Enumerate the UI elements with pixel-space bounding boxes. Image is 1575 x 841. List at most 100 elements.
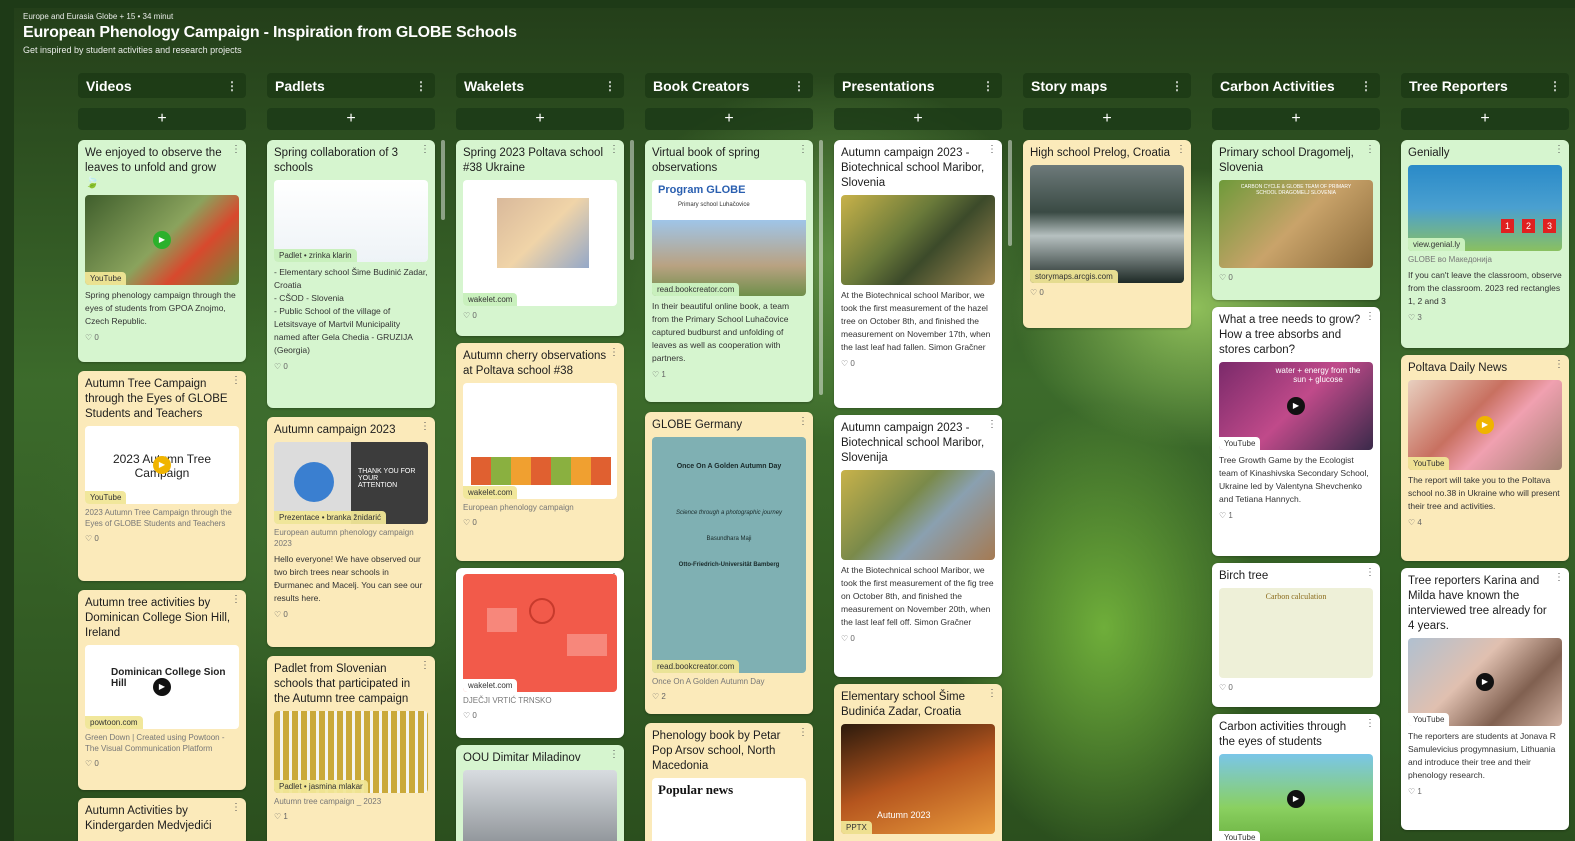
card-menu-icon[interactable]: ⋮ [1365, 311, 1375, 322]
card-thumbnail[interactable]: wakelet.com [463, 383, 617, 499]
card-likes[interactable]: ♡ 0 [841, 634, 995, 643]
column-menu-icon[interactable]: ⋮ [1171, 79, 1183, 93]
card-likes[interactable]: ♡ 0 [463, 711, 617, 720]
post-card[interactable]: ⋮ Autumn campaign 2023 THANK YOU FOR YOU… [267, 417, 435, 647]
card-likes[interactable]: ♡ 0 [841, 359, 995, 368]
card-menu-icon[interactable]: ⋮ [609, 144, 619, 155]
card-menu-icon[interactable]: ⋮ [231, 144, 241, 155]
card-menu-icon[interactable]: ⋮ [987, 144, 997, 155]
card-likes[interactable]: ♡ 0 [85, 333, 239, 342]
card-thumbnail[interactable]: CARBON CYCLE & GLOBE TEAM OF PRIMARY SCH… [1219, 180, 1373, 268]
column-menu-icon[interactable]: ⋮ [604, 79, 616, 93]
marker-2[interactable]: 2 [1521, 219, 1535, 233]
card-likes[interactable]: ♡ 4 [1408, 518, 1562, 527]
post-card[interactable]: ⋮ Birch tree Carbon calculation ♡ 0 [1212, 563, 1380, 707]
post-card[interactable]: ⋮ Spring collaboration of 3 schools Padl… [267, 140, 435, 408]
card-menu-icon[interactable]: ⋮ [1365, 144, 1375, 155]
column-header[interactable]: Carbon Activities ⋮ [1212, 73, 1380, 98]
card-menu-icon[interactable]: ⋮ [1554, 144, 1564, 155]
post-card[interactable]: ⋮ GLOBE Germany Once On A Golden Autumn … [645, 412, 813, 714]
card-menu-icon[interactable]: ⋮ [798, 144, 808, 155]
card-menu-icon[interactable]: ⋮ [609, 749, 619, 760]
card-likes[interactable]: ♡ 1 [1408, 787, 1562, 796]
card-menu-icon[interactable]: ⋮ [798, 727, 808, 738]
card-thumbnail[interactable]: ▶ YouTube [1219, 754, 1373, 841]
post-card[interactable]: ⋮ Virtual book of spring observations Pr… [645, 140, 813, 402]
column-scrollbar[interactable] [819, 140, 823, 395]
card-menu-icon[interactable]: ⋮ [420, 421, 430, 432]
card-menu-icon[interactable]: ⋮ [231, 594, 241, 605]
card-likes[interactable]: ♡ 0 [85, 534, 239, 543]
card-thumbnail[interactable]: Dominican College Sion Hill ▶ powtoon.co… [85, 645, 239, 729]
card-likes[interactable]: ♡ 1 [652, 370, 806, 379]
card-menu-icon[interactable]: ⋮ [1554, 359, 1564, 370]
add-post-button[interactable]: + [456, 108, 624, 130]
card-thumbnail[interactable]: wakelet.com [463, 180, 617, 306]
card-menu-icon[interactable]: ⋮ [1365, 567, 1375, 578]
card-menu-icon[interactable]: ⋮ [420, 144, 430, 155]
card-thumbnail[interactable]: 1 2 3 view.genial.ly [1408, 165, 1562, 251]
post-card[interactable]: ⋮ Phenology book by Petar Pop Arsov scho… [645, 723, 813, 841]
card-menu-icon[interactable]: ⋮ [420, 660, 430, 671]
card-menu-icon[interactable]: ⋮ [231, 802, 241, 813]
column-menu-icon[interactable]: ⋮ [793, 79, 805, 93]
add-post-button[interactable]: + [645, 108, 813, 130]
card-thumbnail[interactable] [841, 470, 995, 560]
column-header[interactable]: Tree Reporters ⋮ [1401, 73, 1569, 98]
post-card[interactable]: ⋮ Autumn Tree Campaign through the Eyes … [78, 371, 246, 581]
play-icon[interactable]: ▶ [1476, 416, 1494, 434]
card-menu-icon[interactable]: ⋮ [609, 347, 619, 358]
card-likes[interactable]: ♡ 0 [463, 311, 617, 320]
post-card[interactable]: ⋮ Tree reporters Karina and Milda have k… [1401, 568, 1569, 830]
play-icon[interactable]: ▶ [153, 231, 171, 249]
card-thumbnail[interactable]: Program GLOBE Primary school Luhačovice … [652, 180, 806, 296]
card-thumbnail[interactable]: Autumn 2023 PPTX [841, 724, 995, 834]
post-card[interactable]: ⋮ Poltava Daily News ▶ YouTube The repor… [1401, 355, 1569, 561]
column-menu-icon[interactable]: ⋮ [982, 79, 994, 93]
post-card[interactable]: ⋮ Autumn campaign 2023 - Biotechnical sc… [834, 415, 1002, 677]
card-thumbnail[interactable]: wakelet.com [463, 574, 617, 692]
card-likes[interactable]: ♡ 0 [1030, 288, 1184, 297]
card-thumbnail[interactable]: Padlet • jasmina mlakar [274, 711, 428, 793]
card-likes[interactable]: ♡ 0 [274, 610, 428, 619]
column-header[interactable]: Wakelets ⋮ [456, 73, 624, 98]
column-header[interactable]: Book Creators ⋮ [645, 73, 813, 98]
card-likes[interactable]: ♡ 0 [85, 759, 239, 768]
card-likes[interactable]: ♡ 0 [463, 518, 617, 527]
post-card[interactable]: ⋮ Autumn cherry observations at Poltava … [456, 343, 624, 561]
card-thumbnail[interactable] [463, 770, 617, 841]
post-card[interactable]: ⋮ What a tree needs to grow? How a tree … [1212, 307, 1380, 556]
post-card[interactable]: ⋮ Elementary school Šime Budinića Zadar,… [834, 684, 1002, 841]
add-post-button[interactable]: + [267, 108, 435, 130]
card-thumbnail[interactable]: Once On A Golden Autumn Day Science thro… [652, 437, 806, 673]
card-thumbnail[interactable]: water + energy from the sun + glucose ▶ … [1219, 362, 1373, 450]
card-likes[interactable]: ♡ 1 [274, 812, 428, 821]
post-card[interactable]: ⋮ Genially 1 2 3 view.genial.ly GLOBE во… [1401, 140, 1569, 348]
post-card[interactable]: ⋮ Carbon activities through the eyes of … [1212, 714, 1380, 841]
card-likes[interactable]: ♡ 2 [652, 692, 806, 701]
card-thumbnail[interactable]: 2023 Autumn Tree Campaign ▶ YouTube [85, 426, 239, 504]
add-post-button[interactable]: + [834, 108, 1002, 130]
column-header[interactable]: Story maps ⋮ [1023, 73, 1191, 98]
column-header[interactable]: Presentations ⋮ [834, 73, 1002, 98]
post-card[interactable]: ⋮ High school Prelog, Croatia storymaps.… [1023, 140, 1191, 328]
card-thumbnail[interactable]: ▶ YouTube [85, 195, 239, 285]
card-menu-icon[interactable]: ⋮ [1176, 144, 1186, 155]
card-thumbnail[interactable]: ▶ YouTube [1408, 638, 1562, 726]
add-post-button[interactable]: + [1212, 108, 1380, 130]
card-likes[interactable]: ♡ 1 [1219, 511, 1373, 520]
card-likes[interactable]: ♡ 0 [1219, 683, 1373, 692]
card-likes[interactable]: ♡ 3 [1408, 313, 1562, 322]
post-card[interactable]: ⋮ Padlet from Slovenian schools that par… [267, 656, 435, 841]
card-thumbnail[interactable]: Carbon calculation [1219, 588, 1373, 678]
play-icon[interactable]: ▶ [1287, 397, 1305, 415]
column-header[interactable]: Padlets ⋮ [267, 73, 435, 98]
post-card[interactable]: ⋮ Spring 2023 Poltava school #38 Ukraine… [456, 140, 624, 336]
card-thumbnail[interactable]: THANK YOU FOR YOUR ATTENTION Prezentace … [274, 442, 428, 524]
column-menu-icon[interactable]: ⋮ [226, 79, 238, 93]
marker-3[interactable]: 3 [1542, 219, 1556, 233]
column-menu-icon[interactable]: ⋮ [415, 79, 427, 93]
card-menu-icon[interactable]: ⋮ [1365, 718, 1375, 729]
column-scrollbar[interactable] [441, 140, 445, 220]
add-post-button[interactable]: + [78, 108, 246, 130]
